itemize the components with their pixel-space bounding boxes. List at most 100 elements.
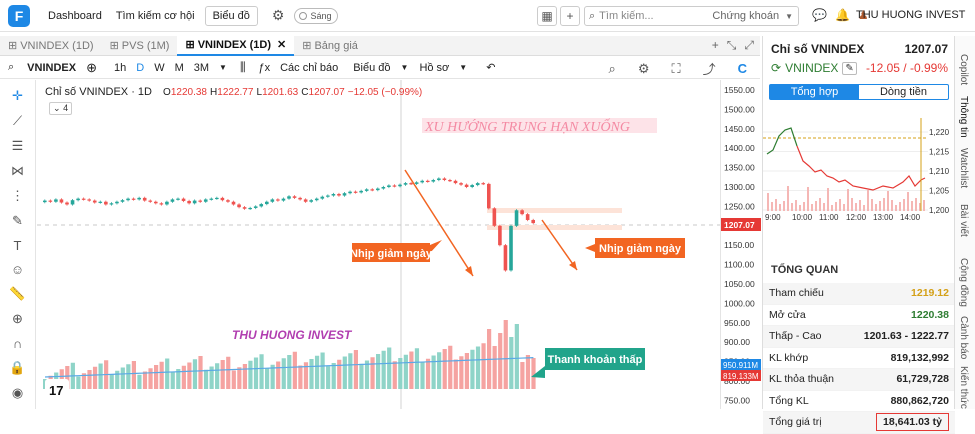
- grid-layout-icon[interactable]: ▦: [537, 6, 557, 26]
- nav-chart-button[interactable]: Biểu đồ: [204, 5, 258, 26]
- ruler-icon[interactable]: 📏: [9, 286, 25, 302]
- app-logo[interactable]: F: [8, 4, 30, 27]
- magnet-icon[interactable]: ∩: [13, 336, 22, 351]
- emoji-icon[interactable]: ☺: [11, 262, 24, 277]
- interval-3m[interactable]: 3M: [194, 62, 209, 74]
- theme-toggle[interactable]: Sáng: [294, 7, 339, 24]
- edit-icon[interactable]: ✎: [842, 61, 857, 75]
- interval-w[interactable]: W: [154, 62, 164, 74]
- candle-body: [181, 198, 186, 201]
- vertical-tab[interactable]: Copilot: [958, 54, 969, 85]
- indicator-collapse[interactable]: ⌄ 4: [49, 102, 73, 115]
- interval-m[interactable]: M: [175, 62, 184, 74]
- chart-menu-button[interactable]: Biểu đồ: [353, 62, 390, 74]
- profile-button[interactable]: Hồ sơ: [419, 62, 449, 74]
- lock-icon[interactable]: 🔒: [9, 360, 25, 376]
- vertical-tab[interactable]: Thông tin: [958, 96, 969, 138]
- nav-opportunity[interactable]: Tìm kiếm cơ hội: [116, 10, 195, 22]
- tab-cashflow[interactable]: Dòng tiền: [859, 85, 948, 99]
- search-scope-select[interactable]: Chứng khoán: [712, 10, 779, 22]
- vertical-tab[interactable]: Kiến thức: [958, 366, 969, 409]
- tab-vnindex-1[interactable]: ⊞ VNINDEX (1D): [0, 36, 102, 56]
- price-tick: 1100.00: [724, 260, 754, 270]
- overview-row: Mở cửa 1220.38: [763, 305, 955, 326]
- candle-type-icon[interactable]: ⫼: [240, 60, 246, 75]
- chevron-down-icon[interactable]: ▼: [219, 63, 227, 72]
- search-icon[interactable]: ⌕: [8, 61, 14, 74]
- vertical-tab[interactable]: Bài viết: [958, 204, 969, 237]
- candle-body: [464, 184, 469, 187]
- mini-vol-bar: [847, 189, 849, 211]
- undo-icon[interactable]: ↶: [486, 61, 495, 74]
- trendline-icon[interactable]: ⟋: [13, 113, 22, 129]
- indicators-icon[interactable]: ƒx: [258, 62, 270, 74]
- volume-bar: [298, 365, 303, 389]
- user-name[interactable]: THU HUONG INVEST: [856, 9, 965, 21]
- indicators-button[interactable]: Các chỉ báo: [280, 62, 338, 74]
- tab-price-board[interactable]: ⊞ Bảng giá: [294, 36, 366, 56]
- volume-bar: [425, 358, 431, 389]
- candle-body: [48, 200, 53, 202]
- volume-bar: [131, 361, 136, 389]
- close-icon[interactable]: ✕: [277, 38, 286, 51]
- candle-body: [525, 214, 530, 220]
- settings-icon[interactable]: ⚙: [638, 61, 650, 77]
- zoom-in-icon[interactable]: ⊕: [12, 311, 23, 327]
- overview-value: 819,132,992: [890, 351, 949, 364]
- vertical-tab[interactable]: Cảnh báo: [958, 316, 969, 359]
- overview-label: Tổng giá trị: [769, 416, 822, 429]
- vertical-tab[interactable]: Watchlist: [958, 148, 969, 188]
- restore-icon[interactable]: ⤡: [727, 38, 737, 53]
- volume-bar: [126, 364, 131, 389]
- chat-icon[interactable]: 💬: [812, 8, 827, 22]
- rp-tabs: Tổng hợp Dòng tiền: [769, 84, 949, 100]
- chart-area[interactable]: XU HƯỚNG TRUNG HẠN XUỐNG Nhịp giảm ngày …: [37, 80, 720, 409]
- volume-bar: [503, 320, 508, 389]
- chevron-down-icon: ▼: [459, 63, 468, 72]
- share-icon[interactable]: ⤴: [703, 59, 716, 78]
- rp-symbol[interactable]: ⟳ VNINDEX ✎: [771, 61, 857, 75]
- right-panel: Chỉ số VNINDEX 1207.07 ⟳ VNINDEX ✎ -12.05 …: [762, 36, 955, 434]
- candle-body: [298, 197, 302, 200]
- interval-d[interactable]: D: [136, 62, 144, 74]
- compare-add-icon[interactable]: ⊕: [86, 60, 97, 76]
- candlestick-chart[interactable]: XU HƯỚNG TRUNG HẠN XUỐNG Nhịp giảm ngày …: [37, 80, 720, 409]
- tab-pvs[interactable]: ⊞ PVS (1M): [102, 36, 178, 56]
- projection-icon[interactable]: ⋮: [11, 188, 24, 204]
- nav-dashboard[interactable]: Dashboard: [48, 10, 102, 22]
- fib-icon[interactable]: ☰: [12, 138, 24, 154]
- volume-bar: [187, 362, 192, 389]
- intraday-mini-chart[interactable]: 1,220 1,215 1,210 1,205 1,200 9:00 10:00 11:00 1…: [763, 116, 955, 256]
- volume-bar: [87, 370, 92, 389]
- brush-icon[interactable]: ✎: [12, 213, 23, 229]
- hide-icon[interactable]: ◉: [12, 385, 23, 401]
- zoom-search-icon[interactable]: ⌕: [609, 61, 616, 77]
- symbol-input[interactable]: VNINDEX: [27, 62, 76, 74]
- volume-bar: [470, 349, 475, 389]
- add-icon[interactable]: +: [560, 6, 580, 26]
- price-axis[interactable]: 1550.00 1500.00 1450.00 1400.00 1350.00 1300.…: [720, 80, 761, 409]
- volume-bar: [514, 324, 519, 389]
- candle-body: [320, 196, 325, 199]
- tab-vnindex-active[interactable]: ⊞ VNINDEX (1D) ✕: [177, 35, 295, 56]
- volume-bar: [215, 363, 220, 389]
- price-axis-svg: 1550.00 1500.00 1450.00 1400.00 1350.00 1300.…: [721, 85, 761, 405]
- brand-c-icon[interactable]: C: [738, 61, 747, 76]
- interval-1h[interactable]: 1h: [114, 62, 126, 74]
- fullscreen-icon[interactable]: ⛶: [671, 61, 680, 77]
- add-tab-icon[interactable]: +: [712, 38, 719, 53]
- candle-body: [409, 183, 413, 185]
- mini-vol-bar: [823, 203, 825, 211]
- search-input[interactable]: ⌕ Tìm kiếm... Chứng khoán ▼: [584, 6, 799, 26]
- crosshair-icon[interactable]: ✛: [12, 88, 23, 104]
- text-icon[interactable]: T: [14, 238, 22, 253]
- pattern-icon[interactable]: ⋈: [11, 163, 24, 179]
- expand-icon[interactable]: ⤢: [744, 38, 754, 53]
- tab-summary[interactable]: Tổng hợp: [770, 85, 859, 99]
- notification-bell-icon[interactable]: 🔔: [835, 8, 850, 22]
- candle-body: [104, 201, 108, 205]
- toolbar-right: ⌕ ⚙ ⛶ ⤴ C: [604, 59, 752, 78]
- mini-line-down: [796, 145, 926, 191]
- vertical-tab[interactable]: Cộng đồng: [958, 258, 969, 307]
- gear-icon[interactable]: ⚙: [272, 7, 285, 24]
